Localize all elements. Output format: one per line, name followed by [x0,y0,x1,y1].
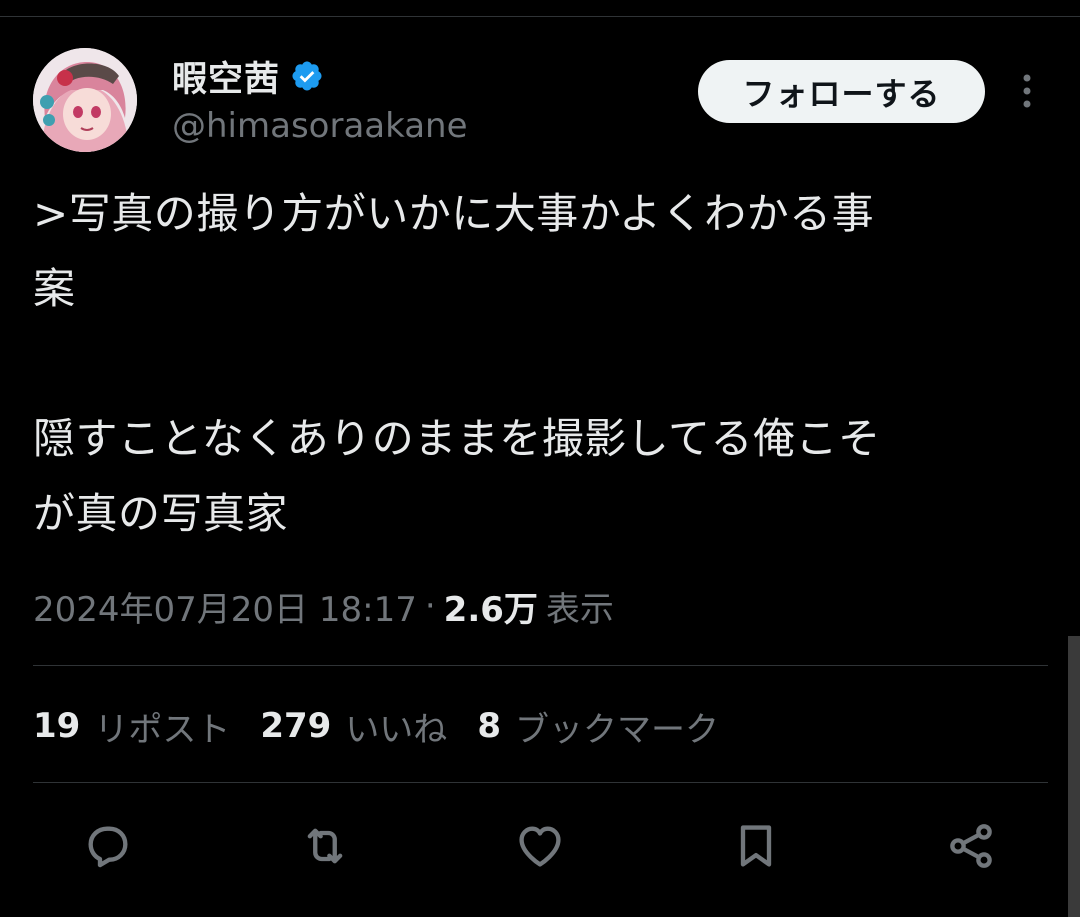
repost-count: 19 [33,706,81,746]
reply-icon[interactable] [80,818,136,874]
verified-badge-icon [290,59,324,93]
top-divider [0,16,1080,17]
share-icon[interactable] [943,818,999,874]
divider [33,782,1048,783]
views-count: 2.6万 [443,589,538,630]
divider [33,665,1048,666]
bookmark-count: 8 [477,706,501,746]
author-avatar[interactable] [33,48,137,152]
meta-separator: · [424,586,436,626]
heart-icon[interactable] [512,818,568,874]
like-label: いいね [345,709,448,750]
like-stat[interactable]: 279 いいね [260,702,447,751]
like-count: 279 [260,706,332,746]
author-display-name[interactable]: 暇空茜 [172,51,280,102]
repost-icon[interactable] [297,818,353,874]
repost-stat[interactable]: 19 リポスト [33,702,230,751]
tweet-timestamp[interactable]: 2024年07月20日 18:17 [33,582,417,631]
avatar-image [33,48,137,152]
tweet-text: >写真の撮り方がいかに大事かよくわかる事 案 隠すことなくありのままを撮影してる… [33,189,881,538]
author-handle[interactable]: @himasoraakane [172,104,468,148]
action-bar [0,818,1080,878]
author-name-row: 暇空茜 [172,54,324,100]
bookmark-stat[interactable]: 8 ブックマーク [477,702,719,751]
views-label: 表示 [545,589,614,630]
bookmark-label: ブックマーク [514,709,719,750]
follow-button[interactable]: フォローする [698,60,985,123]
more-vertical-icon[interactable] [1010,70,1044,114]
bookmark-icon[interactable] [728,818,784,874]
tweet-meta: 2024年07月20日 18:17 · 2.6万 表示 [33,580,614,632]
scrollbar[interactable] [1068,636,1080,917]
engagement-stats: 19 リポスト 279 いいね 8 ブックマーク [33,700,749,752]
repost-label: リポスト [94,709,231,750]
